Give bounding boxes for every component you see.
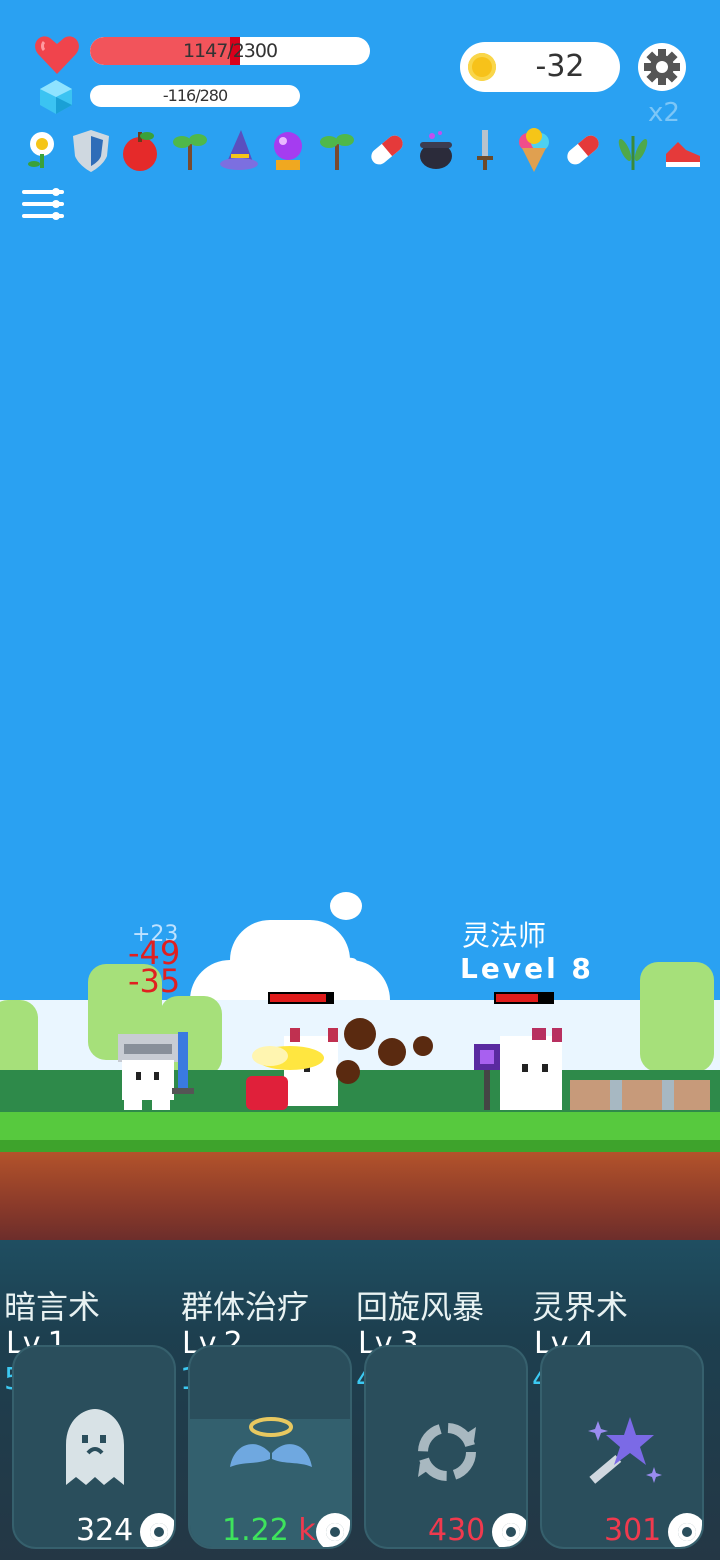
sneaker-icon: [662, 128, 702, 172]
cauldron-icon: [416, 128, 456, 172]
skill-2-name: 群体治疗: [181, 1288, 310, 1326]
coin-icon: [468, 53, 496, 81]
herb-icon: [613, 128, 653, 172]
magic-wand-icon: [578, 1405, 668, 1499]
whirlwind-icon: [412, 1417, 482, 1491]
upgrade-gear-icon[interactable]: [668, 1513, 702, 1547]
skill-3-cost: 430: [428, 1513, 486, 1548]
ghost-icon: [60, 1405, 130, 1493]
upgrade-gear-icon[interactable]: [492, 1513, 526, 1547]
hp-bar: 1147/2300: [90, 37, 370, 65]
enemy-spirit-mage: [472, 1026, 568, 1114]
gem-icon: [40, 80, 72, 114]
enemy-2-name: 灵法师: [462, 919, 547, 952]
coin-amount: -32: [535, 49, 585, 84]
speed-multiplier[interactable]: x2: [648, 98, 680, 128]
sapling-icon: [317, 128, 357, 172]
skill-3-name: 回旋风暴: [356, 1288, 485, 1326]
skill-4-cost: 301: [604, 1513, 662, 1548]
player-knight: [112, 1030, 204, 1112]
pill-icon: [367, 128, 407, 172]
settings-gear-icon[interactable]: [638, 43, 686, 91]
crystal-ball-icon: [268, 128, 308, 172]
skill-card-spirit-realm[interactable]: 301: [540, 1345, 704, 1549]
flower-icon: [22, 128, 62, 172]
skill-card-whirlwind[interactable]: 430: [364, 1345, 528, 1549]
skill-1-cost: 324: [76, 1513, 134, 1548]
enemy-1-name: 盾手: [262, 919, 319, 952]
menu-sliders-icon[interactable]: [22, 186, 66, 222]
skill-card-shadow-word[interactable]: 324: [12, 1345, 176, 1549]
hp-text: 1147/2300: [182, 40, 278, 62]
enemy-2-level: Level 8: [460, 952, 594, 985]
mp-bar: -116/280: [90, 85, 300, 107]
apple-icon: [120, 128, 160, 172]
sapling-icon: [170, 128, 210, 172]
enemy-1-level: 8: [340, 952, 360, 985]
angel-wings-icon: [226, 1413, 316, 1487]
shield-icon: [71, 128, 111, 172]
dagger-icon: [465, 128, 505, 172]
skill-2-cost-value: 1.22: [222, 1513, 289, 1548]
enemy-1-hp-bar: [268, 992, 334, 1004]
damage-popup-2: -35: [128, 962, 181, 1000]
heart-icon: [34, 34, 80, 76]
wizard-hat-icon: [219, 128, 259, 172]
skill-2-cost: 1.22 k: [222, 1513, 316, 1548]
skill-4-name: 灵界术: [532, 1288, 629, 1326]
attack-effect: [230, 1016, 440, 1096]
coin-counter: -32: [460, 42, 620, 92]
upgrade-gear-icon[interactable]: [316, 1513, 350, 1547]
upgrade-gear-icon[interactable]: [140, 1513, 174, 1547]
mp-text: -116/280: [162, 86, 228, 105]
grass-shade: [0, 1140, 720, 1152]
dirt: [0, 1152, 720, 1242]
pill-icon: [563, 128, 603, 172]
skill-2-cost-suffix: k: [298, 1513, 316, 1548]
enemy-2-hp-bar: [494, 992, 554, 1004]
buff-icon-row: [22, 128, 702, 176]
skill-1-name: 暗言术: [4, 1288, 101, 1326]
ice-cream-icon: [514, 128, 554, 172]
skill-card-group-heal[interactable]: 1.22 k: [188, 1345, 352, 1549]
